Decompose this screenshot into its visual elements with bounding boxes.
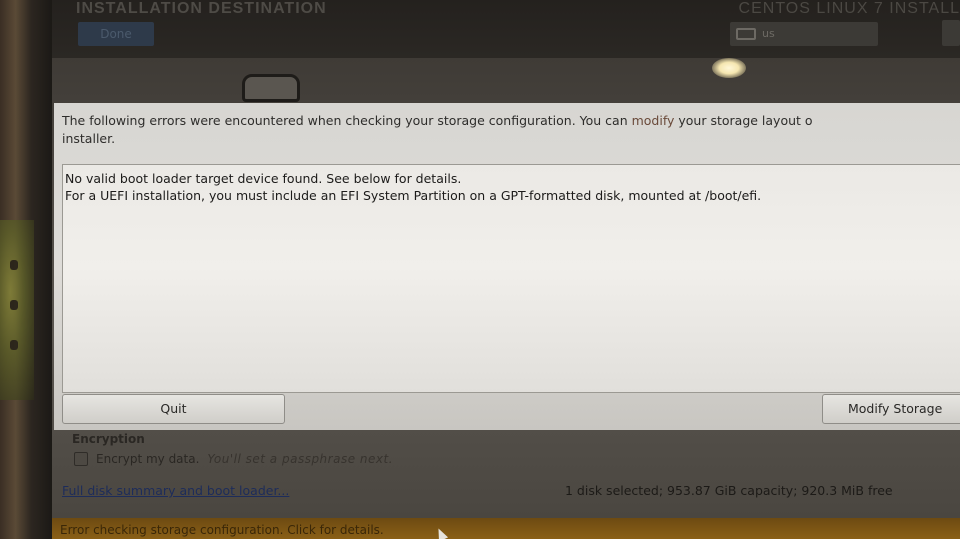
keyboard-layout-button[interactable]: us [730, 22, 878, 46]
keyboard-layout-label: us [762, 27, 775, 40]
disk-selection-summary: 1 disk selected; 953.87 GiB capacity; 92… [565, 483, 893, 498]
product-title: CENTOS LINUX 7 INSTALL [738, 0, 960, 17]
help-button[interactable] [942, 20, 960, 46]
installer-screen: INSTALLATION DESTINATION Done CENTOS LIN… [52, 0, 960, 539]
background-object [0, 220, 34, 400]
encrypt-option[interactable]: Encrypt my data. You'll set a passphrase… [74, 452, 393, 466]
message-text-end: your storage layout o [674, 113, 813, 128]
monitor-bezel [0, 0, 52, 539]
encryption-heading: Encryption [72, 432, 145, 446]
keyboard-icon [736, 28, 756, 40]
encrypt-hint: You'll set a passphrase next. [207, 452, 394, 466]
message-text: The following errors were encountered wh… [62, 113, 632, 128]
error-detail-line: No valid boot loader target device found… [65, 171, 462, 186]
disk-icon [242, 74, 300, 102]
page-title: INSTALLATION DESTINATION [76, 0, 327, 17]
error-detail-line: For a UEFI installation, you must includ… [65, 188, 762, 203]
error-details-box[interactable]: No valid boot loader target device found… [62, 164, 960, 393]
quit-button[interactable]: Quit [62, 394, 285, 424]
modify-link[interactable]: modify [632, 113, 675, 128]
warning-bar[interactable]: Error checking storage configuration. Cl… [52, 518, 960, 539]
disk-summary-link[interactable]: Full disk summary and boot loader... [62, 483, 289, 498]
done-button[interactable]: Done [78, 22, 154, 46]
dialog-message: The following errors were encountered wh… [62, 112, 960, 148]
encrypt-label: Encrypt my data. [96, 452, 200, 466]
warning-text: Error checking storage configuration. Cl… [60, 523, 384, 537]
top-header: INSTALLATION DESTINATION Done CENTOS LIN… [52, 0, 960, 58]
storage-error-dialog: The following errors were encountered wh… [54, 103, 960, 430]
message-line-2: installer. [62, 131, 116, 146]
encrypt-checkbox[interactable] [74, 452, 88, 466]
modify-storage-button[interactable]: Modify Storage [822, 394, 960, 424]
screen-glare [712, 58, 746, 78]
